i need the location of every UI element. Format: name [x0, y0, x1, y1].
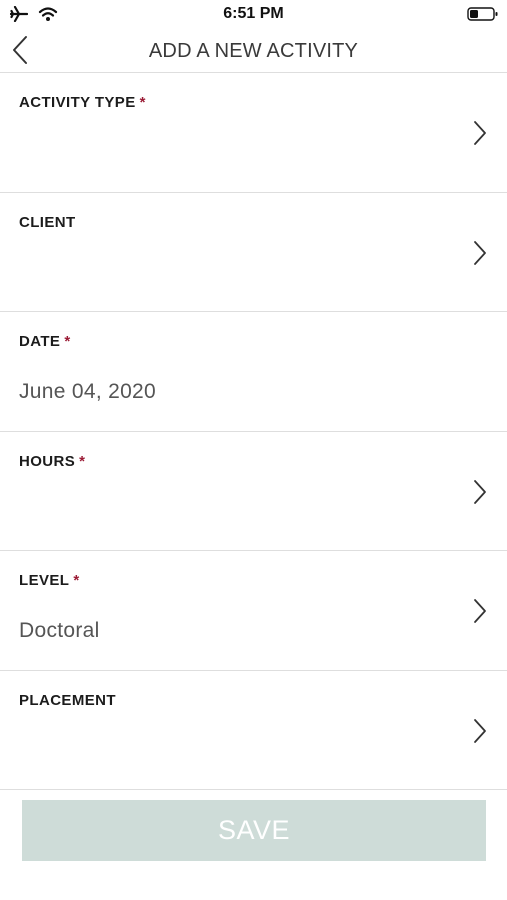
date-value: June 04, 2020	[19, 380, 157, 403]
chevron-right-icon	[472, 240, 488, 271]
field-label: HOURS *	[19, 452, 86, 470]
required-marker: *	[79, 452, 86, 470]
nav-bar: ADD A NEW ACTIVITY	[0, 30, 507, 73]
activity-type-field[interactable]: ACTIVITY TYPE *	[0, 73, 507, 193]
required-marker: *	[73, 572, 80, 589]
field-label: DATE *	[19, 333, 71, 350]
level-value: Doctoral	[19, 619, 100, 642]
field-label: PLACEMENT	[19, 691, 116, 709]
status-bar: 6:51 PM	[0, 0, 507, 30]
date-field[interactable]: DATE * June 04, 2020	[0, 312, 507, 432]
chevron-right-icon	[472, 120, 488, 151]
placement-field[interactable]: PLACEMENT	[0, 671, 507, 790]
chevron-right-icon	[472, 479, 488, 510]
field-label: LEVEL *	[19, 572, 80, 589]
hours-field[interactable]: HOURS *	[0, 432, 507, 551]
chevron-right-icon	[472, 718, 488, 749]
field-label: CLIENT	[19, 213, 76, 231]
chevron-right-icon	[472, 598, 488, 629]
required-marker: *	[139, 94, 146, 111]
client-field[interactable]: CLIENT	[0, 193, 507, 312]
field-label: ACTIVITY TYPE *	[19, 94, 146, 111]
level-field[interactable]: LEVEL * Doctoral	[0, 551, 507, 671]
save-button[interactable]: SAVE	[22, 800, 486, 861]
activity-form: ACTIVITY TYPE * CLIENT DATE * June 04, 202…	[0, 73, 507, 790]
status-time: 6:51 PM	[223, 5, 284, 22]
add-activity-screen: 6:51 PM ADD A NEW ACTIVITY ACTIVITY TYPE…	[0, 0, 507, 900]
battery-icon	[467, 6, 499, 27]
required-marker: *	[64, 333, 71, 350]
page-title: ADD A NEW ACTIVITY	[148, 40, 359, 62]
